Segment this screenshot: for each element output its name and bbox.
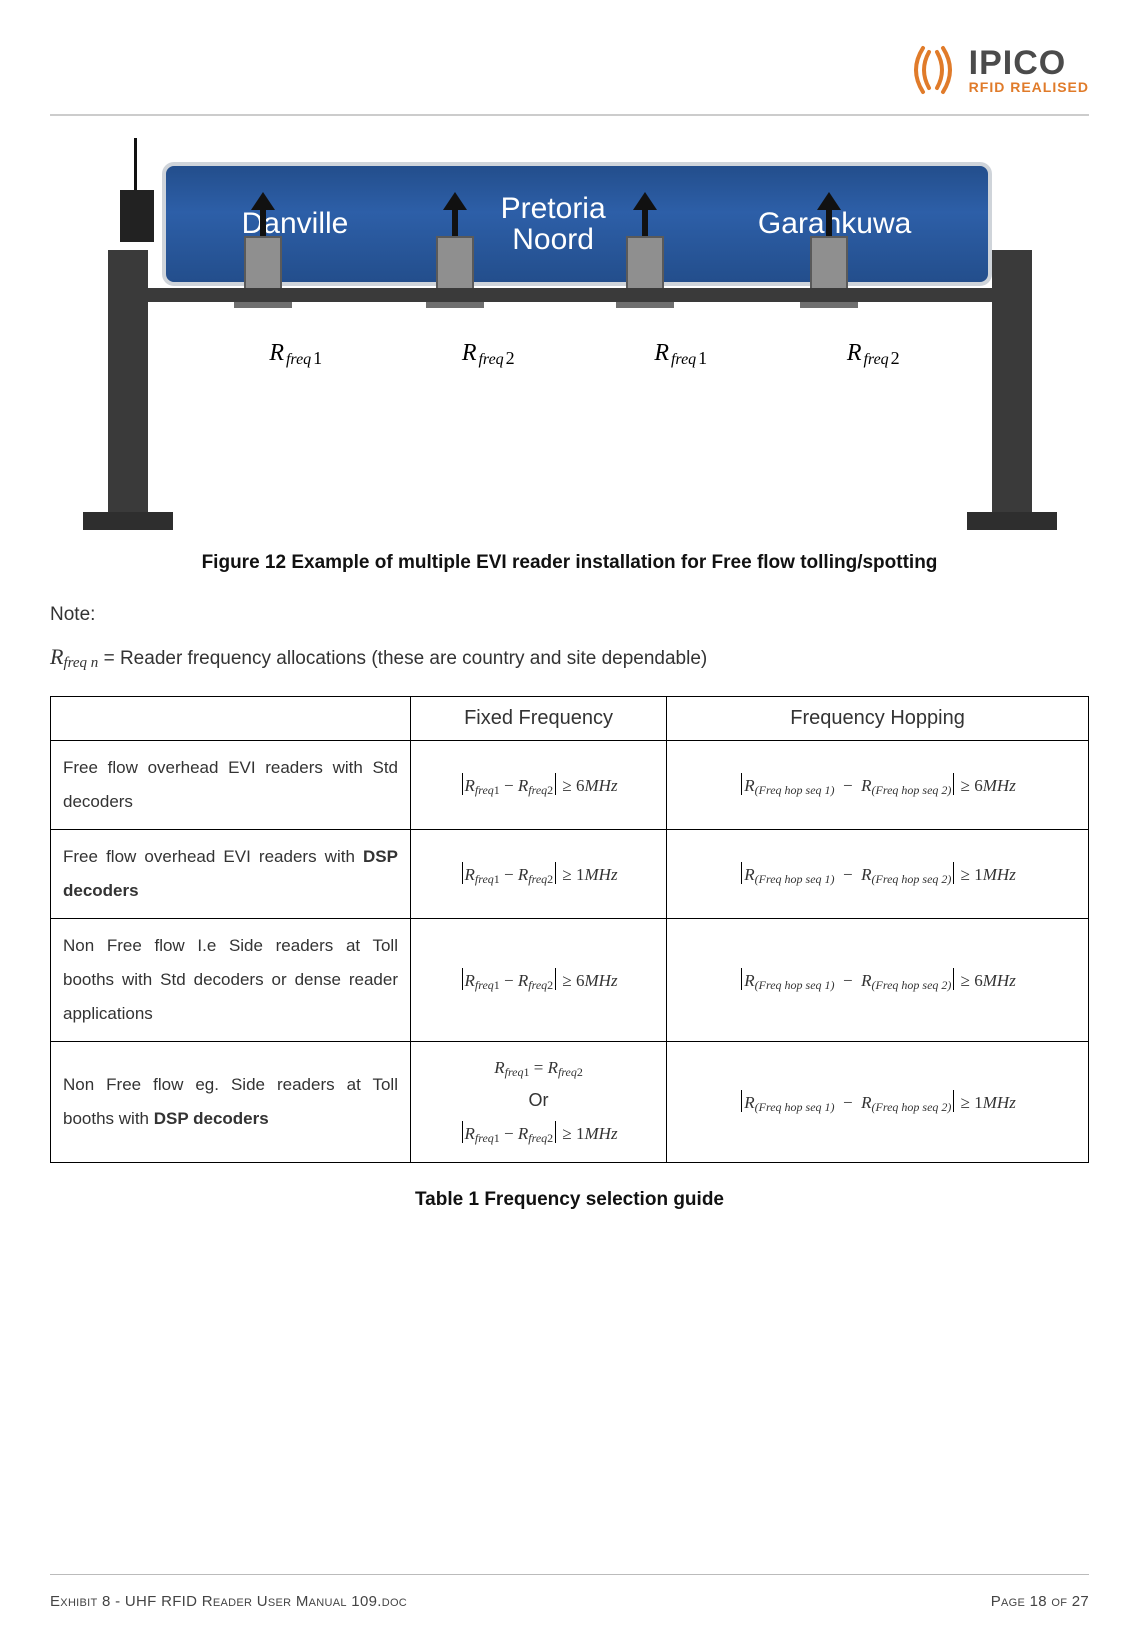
row-fixed: Rfreq1 − Rfreq2 ≥ 6MHz xyxy=(411,741,667,830)
row-desc: Free flow overhead EVI readers with DSP … xyxy=(51,830,411,919)
page-footer: Exhibit 8 - UHF RFID Reader User Manual … xyxy=(50,1574,1089,1610)
logo-title: IPICO xyxy=(969,46,1089,80)
row-fixed: Rfreq1 = Rfreq2 Or Rfreq1 − Rfreq2 ≥ 1MH… xyxy=(411,1042,667,1163)
row-desc: Free flow overhead EVI readers with Std … xyxy=(51,741,411,830)
reader-controller-box xyxy=(120,190,154,242)
footer-divider xyxy=(50,1574,1089,1575)
gantry-figure: Danville Pretoria Noord Garankuwa Rfreq1… xyxy=(90,140,1050,574)
footer-page-number: Page 18 of 27 xyxy=(991,1593,1089,1610)
row-fixed: Rfreq1 − Rfreq2 ≥ 6MHz xyxy=(411,919,667,1042)
col-header-fixed: Fixed Frequency xyxy=(411,697,667,741)
row-fixed: Rfreq1 − Rfreq2 ≥ 1MHz xyxy=(411,830,667,919)
row-desc: Non Free flow eg. Side readers at Toll b… xyxy=(51,1042,411,1163)
page-header: IPICO RFID REALISED xyxy=(50,30,1089,110)
table-caption: Table 1 Frequency selection guide xyxy=(50,1189,1089,1211)
col-header-hopping: Frequency Hopping xyxy=(667,697,1089,741)
figure-caption: Figure 12 Example of multiple EVI reader… xyxy=(90,552,1050,574)
logo-subtitle: RFID REALISED xyxy=(969,80,1089,94)
brand-logo: IPICO RFID REALISED xyxy=(905,42,1089,98)
row-desc: Non Free flow I.e Side readers at Toll b… xyxy=(51,919,411,1042)
table-row: Non Free flow eg. Side readers at Toll b… xyxy=(51,1042,1089,1163)
row-hop: R(Freq hop seq 1) − R(Freq hop seq 2) ≥ … xyxy=(667,919,1089,1042)
table-row: Free flow overhead EVI readers with Std … xyxy=(51,741,1089,830)
header-divider xyxy=(50,114,1089,116)
reader-freq-labels: Rfreq1 Rfreq2 Rfreq1 Rfreq2 xyxy=(200,340,970,369)
sign-destination-2: Pretoria Noord xyxy=(501,193,606,256)
table-row: Non Free flow I.e Side readers at Toll b… xyxy=(51,919,1089,1042)
row-hop: R(Freq hop seq 1) − R(Freq hop seq 2) ≥ … xyxy=(667,741,1089,830)
col-header-blank xyxy=(51,697,411,741)
rfid-waves-icon xyxy=(905,42,961,98)
frequency-selection-table: Fixed Frequency Frequency Hopping Free f… xyxy=(50,696,1089,1163)
table-row: Free flow overhead EVI readers with DSP … xyxy=(51,830,1089,919)
highway-sign: Danville Pretoria Noord Garankuwa xyxy=(162,162,992,286)
footer-doc-title: Exhibit 8 - UHF RFID Reader User Manual … xyxy=(50,1593,407,1610)
note-heading: Note: xyxy=(50,604,1089,626)
note-text: Rfreq n = Reader frequency allocations (… xyxy=(50,644,1089,672)
row-hop: R(Freq hop seq 1) − R(Freq hop seq 2) ≥ … xyxy=(667,1042,1089,1163)
row-hop: R(Freq hop seq 1) − R(Freq hop seq 2) ≥ … xyxy=(667,830,1089,919)
